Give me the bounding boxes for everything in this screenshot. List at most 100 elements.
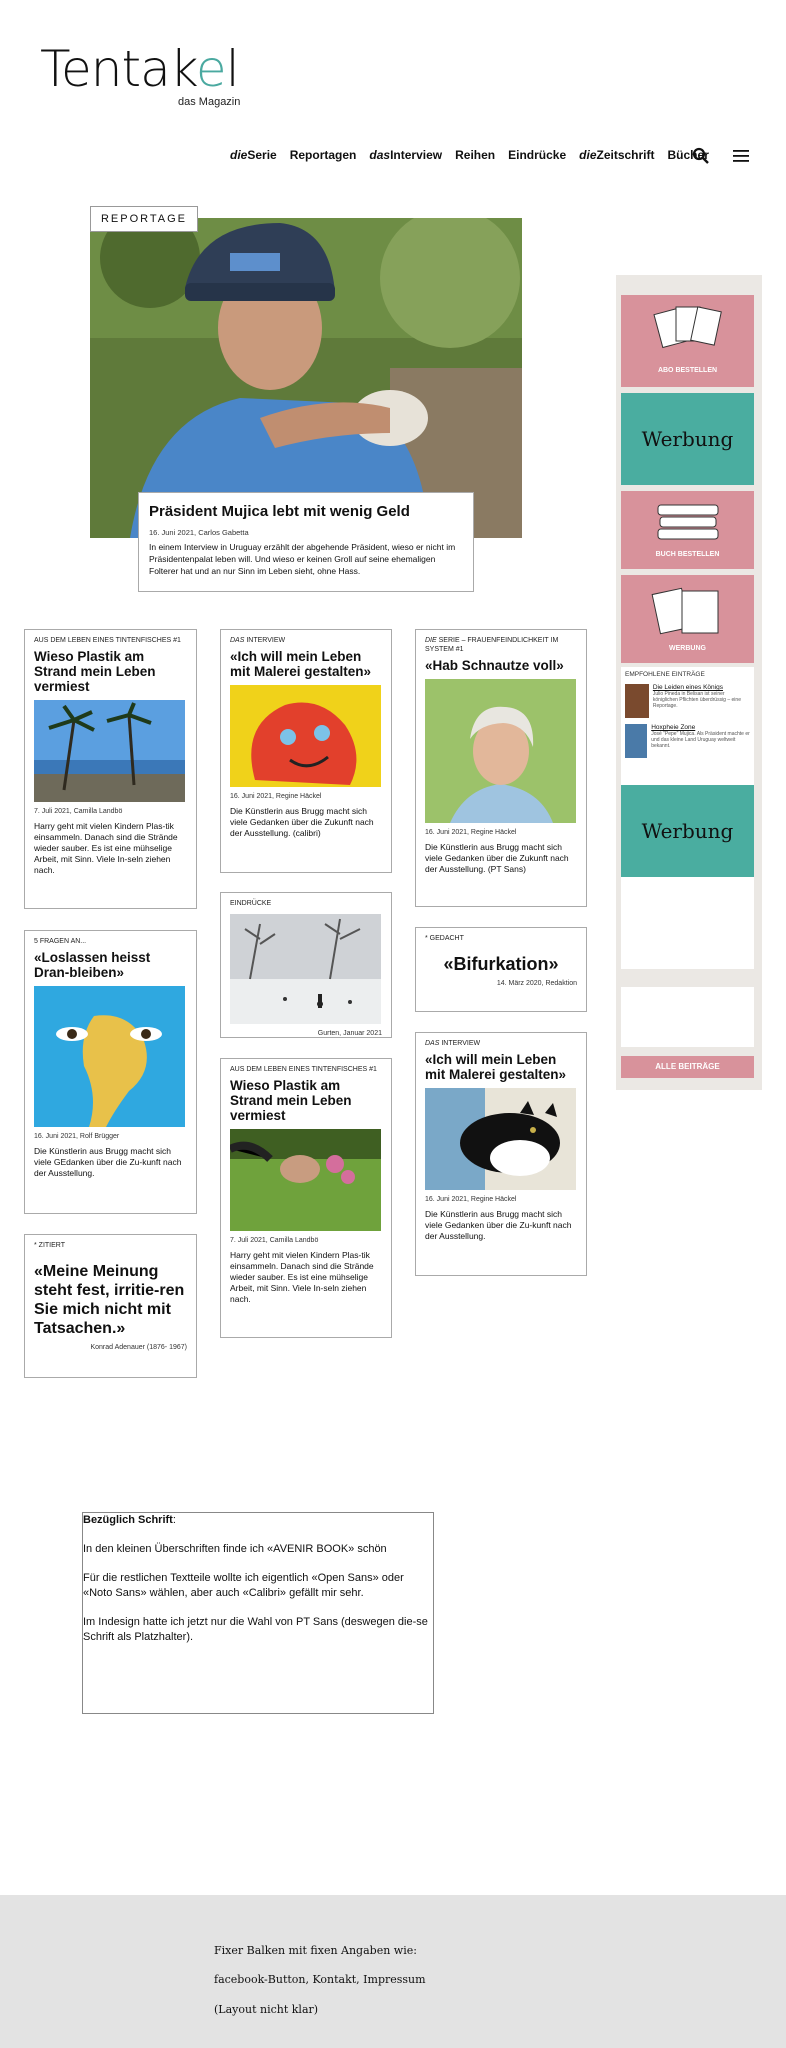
card-body: Die Künstlerin aus Brugg macht sich viel… — [425, 842, 569, 874]
magazines-icon — [652, 306, 722, 349]
card-title[interactable]: «Ich will mein Leben mit Malerei gestalt… — [425, 1052, 577, 1082]
subscribe-label: ABO BESTELLEN — [657, 367, 718, 374]
nav-item-eindruecke[interactable]: Eindrücke — [508, 148, 566, 162]
kicker-prefix: DAS — [425, 1040, 440, 1047]
footer-line: Fixer Balken mit fixen Angaben wie: — [214, 1944, 417, 1957]
article-card[interactable]: AUS DEM LEBEN EINES TINTENFISCHES #1 Wie… — [24, 629, 197, 909]
hero-title[interactable]: Präsident Mujica lebt mit wenig Geld — [149, 503, 463, 520]
card-image — [425, 1088, 576, 1190]
card-title[interactable]: «Ich will mein Leben mit Malerei gestalt… — [230, 649, 382, 679]
ad-slot[interactable]: Werbung — [621, 393, 754, 485]
footer-line: (Layout nicht klar) — [214, 2003, 319, 2016]
card-image — [34, 986, 185, 1127]
quote-card[interactable]: * GEDACHT «Bifurkation» 14. März 2020, R… — [415, 927, 587, 1012]
recommended-text: Julio Pineda in Belisan ist seiner könig… — [652, 691, 741, 709]
card-date: 7. Juli 2021, Camilla Landbö — [34, 808, 123, 815]
card-image — [34, 700, 185, 802]
article-card[interactable]: 5 FRAGEN AN... «Loslassen heisst Dran-bl… — [24, 930, 197, 1214]
recommended-title: EMPFOHLENE EINTRÄGE — [625, 671, 705, 678]
search-icon[interactable] — [692, 147, 710, 165]
nav-item-serie[interactable]: dieSerie — [230, 148, 277, 162]
card-title[interactable]: «Loslassen heisst Dran-bleiben» — [34, 950, 187, 980]
image-card[interactable]: EINDRÜCKE Gurten, Januar 2021 — [220, 892, 392, 1038]
card-body: Die Künstlerin aus Brugg macht sich viel… — [34, 1146, 182, 1178]
nav-item-reihen[interactable]: Reihen — [455, 148, 495, 162]
note-heading: Bezüglich Schrift — [83, 1514, 173, 1526]
card-image — [425, 679, 576, 823]
hero-meta: 16. Juni 2021, Carlos Gabetta — [149, 528, 249, 537]
font-note: Bezüglich Schrift: In den kleinen Übersc… — [82, 1512, 434, 1714]
card-kicker: INTERVIEW — [244, 637, 286, 644]
card-date: 16. Juni 2021, Regine Häckel — [230, 793, 322, 800]
menu-icon[interactable] — [732, 148, 750, 164]
card-title[interactable]: Wieso Plastik am Strand mein Leben vermi… — [230, 1078, 382, 1123]
site-logo[interactable]: Tentakel — [40, 40, 240, 98]
recommended-thumb — [625, 684, 649, 718]
nav-item-zeitschrift[interactable]: dieZeitschrift — [579, 148, 654, 162]
card-title[interactable]: Wieso Plastik am Strand mein Leben vermi… — [34, 649, 187, 694]
logo-subtitle: das Magazin — [178, 96, 241, 108]
order-book-button[interactable]: BUCH BESTELLEN — [621, 491, 754, 569]
card-kicker: 5 FRAGEN AN... — [34, 938, 87, 945]
note-paragraph: Für die restlichen Textteile wollte ich … — [83, 1572, 404, 1599]
recommended-text: José "Pepe" Mujica. Als Präsident machte… — [651, 731, 750, 749]
recommended-link[interactable]: Hoxpheie Zone — [651, 724, 750, 731]
empty-slot — [621, 987, 754, 1047]
card-image — [230, 914, 381, 1024]
hero-text: In einem Interview in Uruguay erzählt de… — [149, 542, 456, 576]
card-body: Die Künstlerin aus Brugg macht sich viel… — [230, 806, 374, 838]
card-body: Die Künstlerin aus Brugg macht sich viel… — [425, 1209, 572, 1241]
category-tag[interactable]: REPORTAGE — [90, 206, 198, 232]
ad-label: WERBUNG — [669, 645, 706, 652]
recommended-thumb — [625, 724, 648, 758]
quote-card[interactable]: * ZITIERT «Meine Meinung steht fest, irr… — [24, 1234, 197, 1378]
card-image — [230, 685, 381, 787]
empty-slot — [621, 877, 754, 969]
hero-image[interactable] — [90, 218, 522, 538]
ad-slot[interactable]: Werbung — [621, 785, 754, 877]
magazine-open-icon — [651, 587, 718, 635]
note-colon: : — [172, 1514, 176, 1526]
nav-item-interview[interactable]: dasInterview — [369, 148, 442, 162]
card-kicker: SERIE – FRAUENFEINDLICHKEIT IM SYSTEM #1 — [425, 637, 559, 653]
card-kicker: * ZITIERT — [34, 1242, 65, 1249]
note-paragraph: Im Indesign hatte ich jetzt nur die Wahl… — [83, 1616, 428, 1643]
card-title[interactable]: «Bifurkation» — [425, 955, 577, 974]
card-kicker: INTERVIEW — [439, 1040, 481, 1047]
article-card[interactable]: DAS INTERVIEW «Ich will mein Leben mit M… — [220, 629, 392, 873]
card-body: Harry geht mit vielen Kindern Plas-tik e… — [34, 821, 178, 875]
main-nav: dieSerie Reportagen dasInterview Reihen … — [230, 148, 709, 162]
subscribe-button[interactable]: ABO BESTELLEN — [621, 295, 754, 387]
ad-button[interactable]: WERBUNG — [621, 575, 754, 663]
card-date: 7. Juli 2021, Camilla Landbö — [230, 1237, 319, 1244]
card-kicker: * GEDACHT — [425, 935, 464, 942]
all-posts-button[interactable]: ALLE BEITRÄGE — [621, 1056, 754, 1078]
recommended-item[interactable]: Hoxpheie Zone José "Pepe" Mujica. Als Prä… — [625, 724, 750, 758]
footer-line: facebook-Button, Kontakt, Impressum — [214, 1973, 426, 1986]
nav-item-reportagen[interactable]: Reportagen — [290, 148, 357, 162]
card-title[interactable]: «Meine Meinung steht fest, irritie-ren S… — [34, 1262, 187, 1338]
card-date: 16. Juni 2021, Regine Häckel — [425, 1196, 517, 1203]
sidebar: ABO BESTELLEN Werbung BUCH BESTELLEN WER… — [616, 275, 762, 1090]
recommended-box: EMPFOHLENE EINTRÄGE Die Leiden eines Kön… — [621, 667, 754, 787]
books-icon — [657, 504, 718, 540]
hero-card[interactable]: Präsident Mujica lebt mit wenig Geld 16.… — [138, 492, 474, 592]
card-title[interactable]: «Hab Schnautze voll» — [425, 658, 577, 673]
article-card[interactable]: DAS INTERVIEW «Ich will mein Leben mit M… — [415, 1032, 587, 1276]
recommended-item[interactable]: Die Leiden eines Königs Julio Pineda in B… — [625, 684, 750, 718]
article-card[interactable]: DIE SERIE – FRAUENFEINDLICHKEIT IM SYSTE… — [415, 629, 587, 907]
note-paragraph: In den kleinen Überschriften finde ich «… — [83, 1543, 387, 1555]
card-date: 16. Juni 2021, Regine Häckel — [425, 829, 517, 836]
order-book-label: BUCH BESTELLEN — [655, 551, 720, 558]
card-kicker: AUS DEM LEBEN EINES TINTENFISCHES #1 — [230, 1066, 377, 1073]
card-date: 14. März 2020, Redaktion — [496, 980, 577, 987]
kicker-prefix: DIE — [425, 637, 437, 644]
recommended-link[interactable]: Die Leiden eines Königs — [653, 684, 750, 691]
card-date: 16. Juni 2021, Rolf Brügger — [34, 1133, 120, 1140]
card-image — [230, 1129, 381, 1231]
quote-author: Konrad Adenauer (1876- 1967) — [90, 1344, 187, 1351]
article-card[interactable]: AUS DEM LEBEN EINES TINTENFISCHES #1 Wie… — [220, 1058, 392, 1338]
card-kicker: EINDRÜCKE — [230, 900, 272, 907]
card-body: Harry geht mit vielen Kindern Plas-tik e… — [230, 1250, 374, 1304]
footer-bar: Fixer Balken mit fixen Angaben wie: face… — [0, 1895, 786, 2048]
